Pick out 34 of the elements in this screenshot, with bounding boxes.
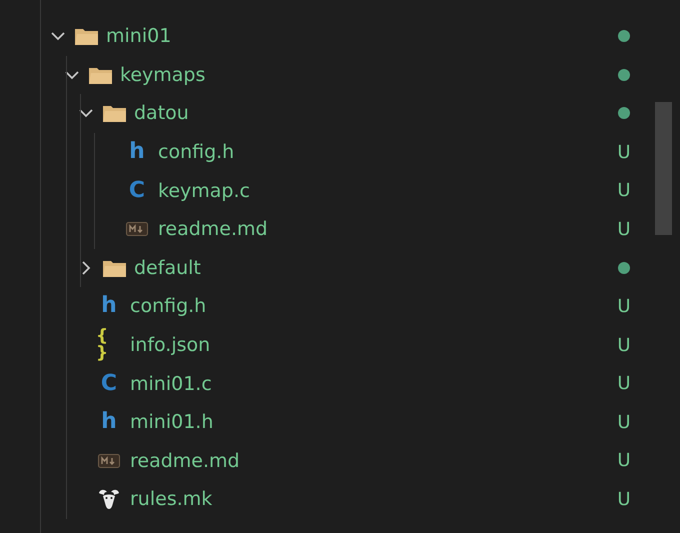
untracked-status-letter: U [617, 334, 631, 356]
goat-head-icon [97, 487, 121, 512]
scrollbar-thumb[interactable] [655, 102, 672, 235]
file-type-icon: { } [96, 328, 122, 362]
file-name[interactable]: mini01.c [130, 372, 604, 395]
file-name[interactable]: readme.md [158, 218, 604, 240]
untracked-status-letter: U [617, 142, 631, 163]
folder-icon [102, 103, 128, 124]
file-name[interactable]: mini01.h [130, 411, 604, 434]
folder-icon [74, 26, 100, 46]
markdown-icon [98, 454, 120, 468]
folder-name[interactable]: keymaps [120, 64, 604, 86]
untracked-status-letter: U [617, 373, 631, 394]
file-name[interactable]: readme.md [130, 450, 604, 472]
markdown-icon [126, 222, 148, 236]
file-type-icon: C [100, 372, 118, 395]
folder-name[interactable]: mini01 [106, 25, 604, 48]
file-name[interactable]: config.h [158, 141, 604, 164]
file-name[interactable]: config.h [130, 295, 604, 318]
file-type-icon: h [101, 295, 117, 318]
file-type-icon: h [129, 141, 145, 164]
untracked-status-letter: U [617, 488, 631, 510]
untracked-status-letter: U [617, 180, 631, 202]
untracked-status-letter: U [617, 296, 631, 317]
untracked-status-letter: U [617, 218, 631, 240]
folder-name[interactable]: datou [134, 102, 604, 124]
file-name[interactable]: keymap.c [158, 180, 604, 202]
folder-name[interactable]: default [134, 256, 604, 279]
file-name[interactable]: info.json [130, 334, 604, 356]
untracked-status-letter: U [617, 412, 631, 433]
file-type-icon: C [128, 180, 146, 202]
file-name[interactable]: rules.mk [130, 488, 604, 510]
untracked-status-letter: U [617, 450, 631, 472]
file-type-icon: h [101, 411, 117, 434]
